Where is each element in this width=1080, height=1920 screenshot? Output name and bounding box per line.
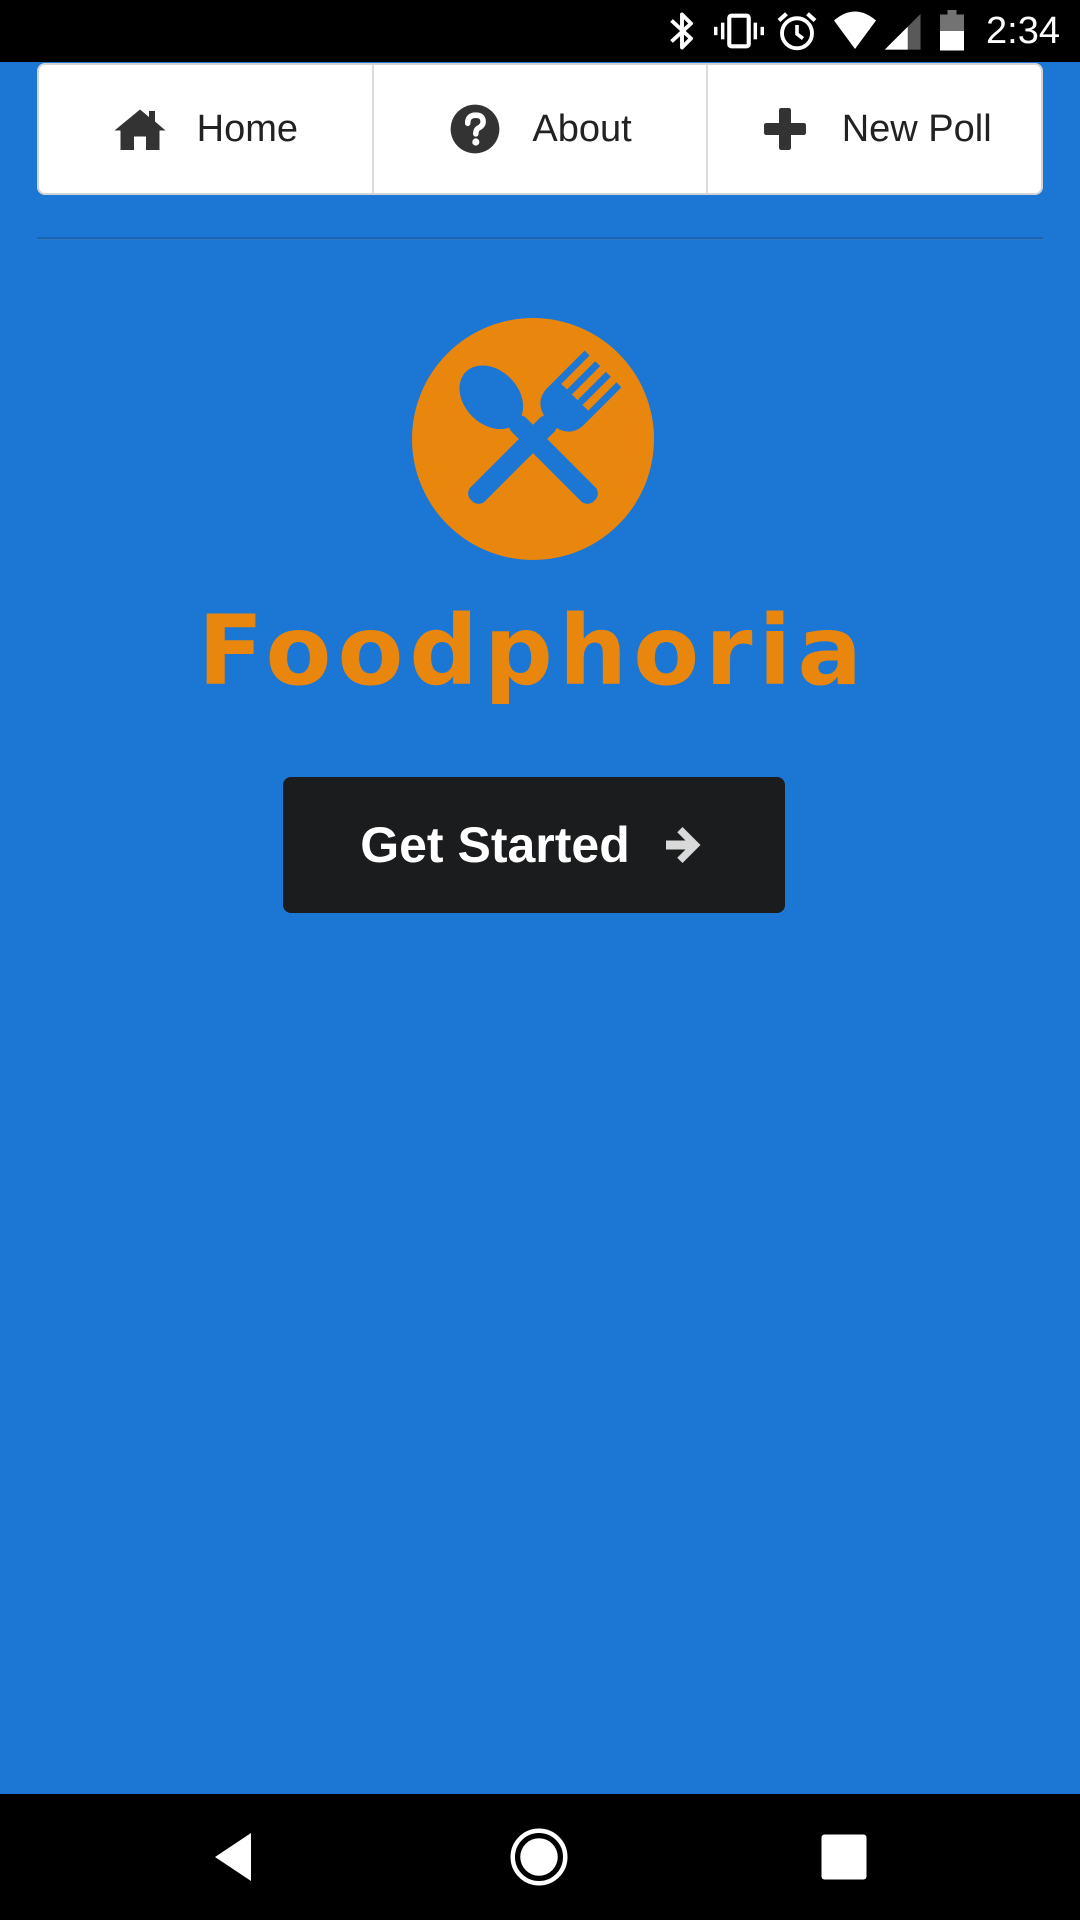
menu-item-label: New Poll	[841, 107, 992, 150]
status-time: 2:34	[986, 10, 1060, 52]
wifi-icon	[834, 11, 876, 49]
home-icon	[113, 102, 167, 156]
question-circle-icon	[448, 102, 502, 156]
top-menu: Home About New Poll	[37, 63, 1043, 195]
plus-icon	[758, 102, 812, 156]
signal-icon	[884, 13, 921, 50]
recents-icon[interactable]	[814, 1827, 874, 1887]
divider	[37, 237, 1043, 240]
menu-item-label: About	[532, 107, 632, 150]
alarm-icon	[777, 12, 817, 51]
menu-item-about[interactable]: About	[371, 65, 707, 193]
arrow-right-icon	[665, 827, 701, 863]
vibrate-icon	[714, 13, 764, 49]
home-circle-icon[interactable]	[509, 1827, 569, 1887]
menu-item-home[interactable]: Home	[39, 65, 372, 193]
get-started-label: Get Started	[360, 817, 630, 873]
battery-icon	[940, 10, 964, 51]
back-icon[interactable]	[206, 1827, 266, 1887]
menu-item-label: Home	[196, 107, 299, 150]
bluetooth-icon	[670, 12, 693, 50]
spoon-fork-icon	[412, 318, 654, 560]
get-started-button[interactable]: Get Started	[283, 777, 785, 913]
menu-item-new-poll[interactable]: New Poll	[706, 65, 1041, 193]
system-nav-bar	[0, 1794, 1080, 1920]
brand-name: Foodphoria	[197, 595, 869, 707]
status-bar: 2:34	[0, 0, 1080, 62]
